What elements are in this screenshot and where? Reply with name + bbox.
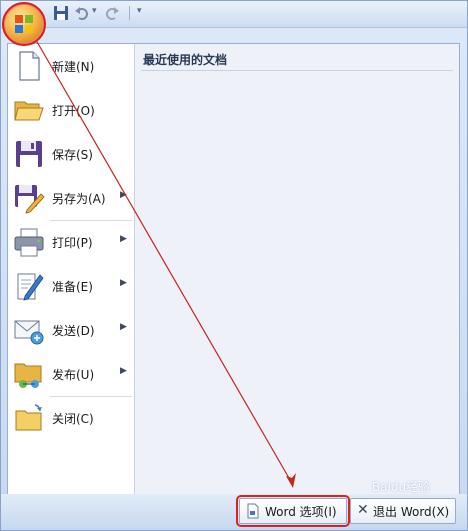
menu-item-print[interactable]: 打印(P) ▶ xyxy=(8,222,134,262)
submenu-arrow-icon: ▶ xyxy=(120,278,127,288)
menu-separator xyxy=(50,220,132,221)
undo-dropdown-icon[interactable]: ▾ xyxy=(92,6,97,16)
menu-item-open[interactable]: 打开(O) xyxy=(8,90,134,130)
menu-item-label: 新建(N) xyxy=(52,60,95,74)
menu-item-label: 准备(E) xyxy=(52,280,93,294)
exit-word-button[interactable]: ✕ 退出 Word(X) xyxy=(350,498,456,524)
save-icon[interactable] xyxy=(53,5,69,21)
word-options-label: Word 选项(I) xyxy=(265,505,337,519)
publish-folder-icon xyxy=(14,363,42,388)
undo-icon[interactable] xyxy=(74,5,90,21)
menu-item-label: 保存(S) xyxy=(52,148,93,162)
word-options-button[interactable]: Word 选项(I) xyxy=(236,495,350,527)
recent-documents-title: 最近使用的文档 xyxy=(143,53,228,67)
menu-item-save[interactable]: 保存(S) xyxy=(8,134,134,174)
menu-item-label: 打印(P) xyxy=(52,236,93,250)
office-logo-icon xyxy=(15,15,33,33)
menu-item-label: 发布(U) xyxy=(52,368,95,382)
save-as-icon xyxy=(15,185,45,214)
close-folder-icon xyxy=(15,404,42,431)
submenu-arrow-icon: ▶ xyxy=(120,234,127,244)
recent-documents-divider xyxy=(141,70,453,71)
open-folder-icon xyxy=(14,101,44,121)
menu-item-close[interactable]: 关闭(C) xyxy=(8,398,134,438)
office-menu-window: ▾ ▾ 新建(N) 打开(O) 保存(S) 另存为(A) ▶ 打印(P) ▶ 准… xyxy=(0,0,468,531)
save-disk-icon xyxy=(16,141,42,167)
submenu-arrow-icon: ▶ xyxy=(120,190,127,200)
send-envelope-icon xyxy=(14,320,44,345)
menu-item-send[interactable]: 发送(D) ▶ xyxy=(8,310,134,350)
menu-item-label: 另存为(A) xyxy=(52,192,106,206)
menu-item-save-as[interactable]: 另存为(A) ▶ xyxy=(8,178,134,218)
menu-item-publish[interactable]: 发布(U) ▶ xyxy=(8,354,134,394)
menu-command-list: 新建(N) 打开(O) 保存(S) 另存为(A) ▶ 打印(P) ▶ 准备(E)… xyxy=(8,44,135,494)
menu-item-label: 打开(O) xyxy=(52,104,95,118)
menu-bottom-bar: Word 选项(I) ✕ 退出 Word(X) xyxy=(1,494,467,530)
menu-item-label: 发送(D) xyxy=(52,324,95,338)
quick-access-toolbar: ▾ ▾ xyxy=(1,1,467,28)
office-menu: 新建(N) 打开(O) 保存(S) 另存为(A) ▶ 打印(P) ▶ 准备(E)… xyxy=(7,43,460,495)
new-document-icon xyxy=(19,51,40,81)
toolbar-separator xyxy=(129,6,130,20)
close-icon: ✕ xyxy=(357,502,369,518)
menu-item-label: 关闭(C) xyxy=(52,412,94,426)
watermark: Baidu经验 xyxy=(372,480,431,494)
printer-icon xyxy=(14,228,44,257)
menu-item-prepare[interactable]: 准备(E) ▶ xyxy=(8,266,134,306)
exit-word-label: 退出 Word(X) xyxy=(373,505,450,519)
options-document-icon xyxy=(247,503,259,519)
submenu-arrow-icon: ▶ xyxy=(120,322,127,332)
recent-documents-pane: 最近使用的文档 xyxy=(135,44,459,494)
menu-separator xyxy=(50,396,132,397)
menu-item-new[interactable]: 新建(N) xyxy=(8,46,134,86)
redo-icon[interactable] xyxy=(104,5,120,21)
customize-toolbar-icon[interactable]: ▾ xyxy=(137,6,142,16)
office-button[interactable] xyxy=(2,2,46,46)
submenu-arrow-icon: ▶ xyxy=(120,366,127,376)
prepare-pen-icon xyxy=(17,273,44,301)
